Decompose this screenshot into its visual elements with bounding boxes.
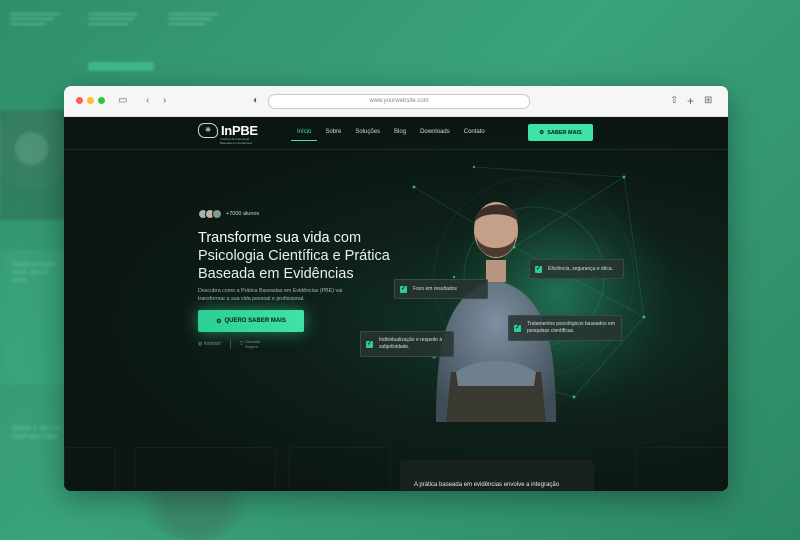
- forward-icon[interactable]: ›: [163, 94, 166, 108]
- nav-item-solucoes[interactable]: Soluções: [355, 129, 380, 135]
- gear-icon: ⚙: [216, 318, 222, 325]
- nav-item-contato[interactable]: Contato: [464, 129, 485, 135]
- header-cta-button[interactable]: ⚙ SABER MAIS: [528, 124, 593, 141]
- decorative-card: [134, 447, 276, 491]
- feature-tag-label: Individualização e respeito à subjetivid…: [379, 337, 443, 350]
- check-icon: ✓: [514, 324, 521, 332]
- bg-text-column: [88, 10, 148, 28]
- logo-tagline: Instituto de Psicologia Baseada em Evidê…: [220, 137, 253, 145]
- site-header: ❋ InPBE Instituto de Psicologia Baseada …: [64, 117, 728, 150]
- trust-badges: ◍ hotmart ⛉ Garantia Segura: [198, 339, 271, 349]
- info-card: A prática baseada em evidências envolve …: [400, 460, 594, 491]
- main-menu: Início Sobre Soluções Blog Downloads Con…: [290, 129, 499, 141]
- logo-text: InPBE: [221, 123, 258, 138]
- header-cta-label: SABER MAIS: [547, 129, 582, 136]
- zoom-window-button[interactable]: [98, 97, 105, 104]
- check-icon: ✓: [366, 340, 373, 348]
- hero-subtitle: Descubra como a Prática Baseadas em Evid…: [198, 288, 343, 302]
- sidebar-icon[interactable]: ▭: [118, 94, 127, 108]
- bg-photo: [0, 110, 70, 220]
- nav-item-sobre[interactable]: Sobre: [325, 129, 341, 135]
- bg-text: Sentia as experi: [12, 262, 56, 268]
- feature-tag: ✓ Eficiência, segurança e ética.: [529, 259, 624, 279]
- bg-text: do Dr. Jan Lu: [12, 270, 48, 276]
- bg-text-column: [168, 10, 228, 28]
- guarantee-label: Garantia Segura: [244, 339, 261, 349]
- decorative-card: [64, 447, 116, 491]
- divider: [229, 339, 231, 349]
- headline-highlight: Transforme sua vida: [198, 230, 330, 246]
- new-tab-icon[interactable]: +: [687, 94, 694, 108]
- gear-icon: ⚙: [539, 129, 545, 136]
- feature-tag: ✓ Individualização e respeito à subjetiv…: [360, 331, 454, 357]
- feature-tag-label: Tratamentos psicológicos baseados em pes…: [527, 321, 615, 334]
- browser-window: ▭ ‹ › ◐ www.yourwebsite.com ⇧ + ⊞ ❋ InPB…: [64, 86, 728, 491]
- hero-cta-button[interactable]: ⚙ QUERO SABER MAIS: [198, 310, 304, 332]
- close-window-button[interactable]: [76, 97, 83, 104]
- address-bar[interactable]: www.yourwebsite.com: [268, 94, 530, 109]
- feature-tag: ✓ Foco em resultados: [394, 279, 488, 299]
- decorative-card: [289, 447, 391, 491]
- students-count: +7000 alunos: [226, 211, 260, 217]
- browser-toolbar: ▭ ‹ › ◐ www.yourwebsite.com ⇧ + ⊞: [64, 86, 728, 117]
- shield-icon[interactable]: ◐: [253, 94, 259, 108]
- site-logo[interactable]: ❋ InPBE Instituto de Psicologia Baseada …: [198, 123, 258, 145]
- bg-text: Quem é Jan Lu: [12, 425, 60, 432]
- feature-tag-label: Foco em resultados: [413, 286, 457, 292]
- bg-text: sente.: [12, 278, 29, 284]
- back-icon[interactable]: ‹: [146, 94, 149, 108]
- hero-cta-label: QUERO SABER MAIS: [224, 318, 286, 324]
- website: ❋ InPBE Instituto de Psicologia Baseada …: [64, 117, 728, 491]
- nav-item-blog[interactable]: Blog: [394, 129, 406, 135]
- check-icon: ✓: [400, 285, 407, 293]
- bg-text-column: [10, 10, 70, 28]
- nav-item-inicio[interactable]: Início: [290, 129, 318, 141]
- bg-button: [88, 62, 154, 71]
- share-icon[interactable]: ⇧: [670, 94, 678, 108]
- check-icon: ✓: [535, 265, 542, 273]
- brain-icon: ❋: [198, 123, 218, 138]
- hero-headline: Transforme sua vida com Psicologia Cient…: [198, 229, 428, 283]
- minimize-window-button[interactable]: [87, 97, 94, 104]
- feature-tag-label: Eficiência, segurança e ética.: [548, 266, 614, 272]
- avatar: [212, 209, 222, 219]
- nav-item-downloads[interactable]: Downloads: [420, 129, 450, 135]
- bg-text: CRP 06/27904: [12, 434, 58, 441]
- students-badge: +7000 alunos: [198, 209, 259, 219]
- hotmart-label: hotmart: [203, 341, 221, 347]
- info-card-text: A prática baseada em evidências envolve …: [414, 482, 560, 488]
- decorative-card: [636, 447, 728, 491]
- tab-overview-icon[interactable]: ⊞: [704, 94, 712, 108]
- feature-tag: ✓ Tratamentos psicológicos baseados em p…: [508, 315, 622, 341]
